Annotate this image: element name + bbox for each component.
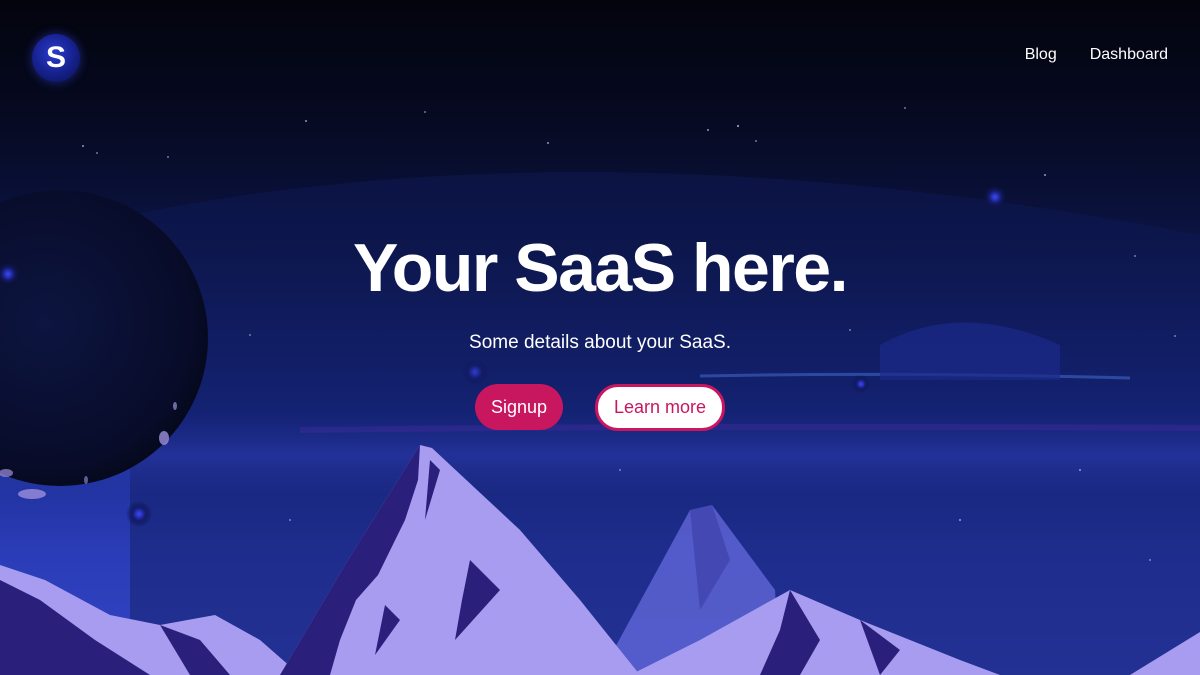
- nav-link-dashboard[interactable]: Dashboard: [1090, 46, 1168, 64]
- top-nav: Blog Dashboard: [1025, 46, 1168, 64]
- orb: [126, 501, 152, 527]
- nav-link-blog[interactable]: Blog: [1025, 46, 1057, 64]
- hero-section: Your SaaS here. Some details about your …: [0, 228, 1200, 432]
- learn-more-button[interactable]: Learn more: [595, 384, 726, 432]
- planet-crater: [18, 489, 46, 499]
- logo-letter: S: [45, 41, 66, 74]
- site-header: S Blog Dashboard: [0, 0, 1200, 112]
- orb: [983, 185, 1007, 209]
- landing-page: S Blog Dashboard Your SaaS here. Some de…: [0, 0, 1200, 675]
- signup-button[interactable]: Signup: [474, 384, 563, 431]
- logo[interactable]: S: [32, 34, 80, 82]
- planet-crater: [159, 431, 169, 445]
- hero-subtitle: Some details about your SaaS.: [469, 331, 731, 353]
- hero-actions: Signup Learn more: [0, 384, 1200, 432]
- planet-crater: [84, 476, 88, 484]
- hero-title: Your SaaS here.: [352, 230, 849, 306]
